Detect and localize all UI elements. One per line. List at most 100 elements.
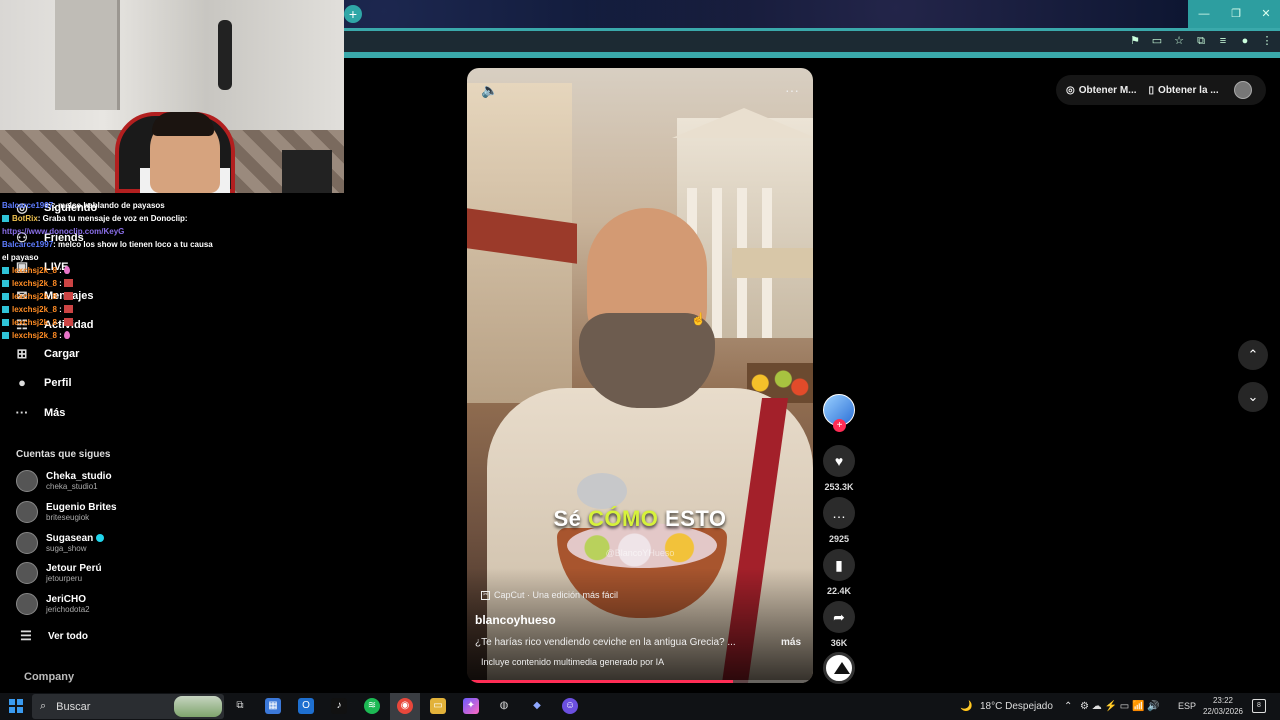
- emote-icon: [63, 331, 70, 339]
- following-account[interactable]: Sugasean suga_show: [16, 532, 105, 554]
- get-coins-button[interactable]: ◎ Obtener M...: [1066, 85, 1137, 96]
- media-icon[interactable]: ≡: [1216, 34, 1230, 48]
- task-view-icon[interactable]: ⧉: [232, 698, 248, 714]
- chat-text: :: [56, 266, 62, 275]
- company-link[interactable]: Company: [24, 671, 74, 683]
- discord-icon[interactable]: ☺: [562, 698, 578, 714]
- description-more-button[interactable]: más: [781, 637, 801, 648]
- webcam-monitor: [282, 150, 332, 193]
- copilot-icon[interactable]: ✦: [463, 698, 479, 714]
- upload-icon: ⊞: [16, 346, 28, 361]
- minimize-button[interactable]: —: [1188, 0, 1220, 28]
- video-description: ¿Te harías rico vendiendo ceviche en la …: [475, 637, 735, 648]
- outlook-icon[interactable]: O: [298, 698, 314, 714]
- extensions-icon[interactable]: ⧉: [1194, 34, 1208, 48]
- volume-icon[interactable]: 🔈: [481, 82, 498, 99]
- avatar: [16, 470, 38, 492]
- video-awning: [732, 248, 813, 278]
- chat-user: lexchsj2k_8: [12, 331, 57, 340]
- profile-icon[interactable]: ●: [1238, 34, 1252, 48]
- chat-message: lexchsj2k_8 :: [2, 303, 217, 316]
- translate-icon[interactable]: ⚑: [1128, 34, 1142, 48]
- store-icon[interactable]: ▦: [265, 698, 281, 714]
- video-progress-bar[interactable]: [467, 680, 813, 683]
- more-options-icon[interactable]: ···: [785, 82, 799, 98]
- chat-user: Balcarce1997: [2, 201, 54, 210]
- following-account[interactable]: Jetour Perú jetourperu: [16, 562, 102, 584]
- following-account[interactable]: Eugenio Brites briteseugiok: [16, 501, 117, 523]
- get-app-button[interactable]: ▯ Obtener la ...: [1149, 85, 1219, 96]
- clock[interactable]: 23:22 22/03/2026: [1196, 695, 1250, 717]
- taskbar-search[interactable]: ⌕ Buscar: [32, 694, 224, 719]
- webcam-door: [55, 0, 120, 110]
- following-account[interactable]: Cheka_studio cheka_studio1: [16, 470, 112, 492]
- language-indicator[interactable]: ESP: [1178, 693, 1196, 720]
- video-author[interactable]: blancoyhueso: [475, 613, 556, 627]
- weather-text[interactable]: 18°C Despejado: [980, 693, 1053, 720]
- comment-icon[interactable]: …: [823, 497, 855, 529]
- chat-user: lexchsj2k_8: [12, 279, 57, 288]
- previous-video-button[interactable]: ⌃: [1238, 340, 1268, 370]
- maximize-button[interactable]: ❐: [1220, 0, 1252, 28]
- chat-text: : Graba tu mensaje de voz en Donoclip:: [37, 214, 188, 223]
- follow-plus-icon[interactable]: +: [833, 419, 846, 432]
- chrome-icon[interactable]: ◉: [397, 698, 413, 714]
- clock-time: 23:22: [1212, 696, 1234, 705]
- save-action[interactable]: ▮ 22.4K: [823, 549, 855, 596]
- video-player[interactable]: 🔈 ··· Sé CÓMO ESTO @BlancoYHueso ✂ CapCu…: [467, 68, 813, 683]
- music-disc-icon[interactable]: [823, 652, 855, 684]
- user-avatar[interactable]: [1234, 81, 1252, 99]
- sub-badge-icon: [2, 280, 9, 287]
- new-tab-button[interactable]: +: [344, 5, 362, 23]
- heart-icon[interactable]: ♥: [823, 445, 855, 477]
- account-handle: briteseugiok: [46, 512, 90, 522]
- chat-link[interactable]: https://www.donoclip.com/KeyG: [2, 227, 124, 236]
- account-handle: suga_show: [46, 543, 87, 553]
- like-action[interactable]: ♥ 253.3K: [823, 445, 855, 492]
- sub-badge-icon: [2, 293, 9, 300]
- emote-icon: [63, 266, 70, 274]
- account-name: Eugenio Brites: [46, 501, 117, 513]
- app-icon[interactable]: ◆: [529, 698, 545, 714]
- star-icon[interactable]: ☆: [1172, 34, 1186, 48]
- file-explorer-icon[interactable]: ▭: [430, 698, 446, 714]
- bookmark-icon[interactable]: ▮: [823, 549, 855, 581]
- weather-icon[interactable]: 🌙: [960, 693, 972, 720]
- caption-part: Sé: [553, 506, 588, 531]
- caption-part: ESTO: [658, 506, 727, 531]
- list-icon: ☰: [20, 628, 32, 643]
- tiktok-icon[interactable]: ♪: [331, 698, 347, 714]
- share-icon[interactable]: ➦: [823, 601, 855, 633]
- account-handle: jetourperu: [46, 573, 83, 583]
- chat-message: lexchsj2k_8 :: [2, 264, 217, 277]
- clock-date: 22/03/2026: [1202, 707, 1244, 716]
- tray-icons[interactable]: ⚙ ☁ ⚡ ▭ 📶 🔊: [1080, 693, 1160, 720]
- next-video-button[interactable]: ⌄: [1238, 382, 1268, 412]
- spotify-icon[interactable]: ≋: [364, 698, 380, 714]
- sidebar-item-profile[interactable]: ● Perfil: [14, 375, 71, 391]
- share-action[interactable]: ➦ 36K: [823, 601, 855, 648]
- chat-text: :: [56, 318, 62, 327]
- chat-text: : melco hablando de payasos: [53, 201, 165, 210]
- share-count: 36K: [830, 638, 848, 648]
- chat-message: lexchsj2k_8 :: [2, 329, 217, 342]
- windows-start-icon[interactable]: [9, 699, 23, 713]
- see-all-button[interactable]: ☰ Ver todo: [18, 628, 88, 644]
- chat-user: BotRix: [12, 214, 38, 223]
- webcam-microphone: [218, 20, 232, 90]
- notifications-icon[interactable]: 8: [1252, 699, 1266, 713]
- video-column: [712, 188, 722, 338]
- video-progress-fill: [467, 680, 734, 683]
- sidebar-item-more[interactable]: ··· Más: [14, 405, 66, 421]
- close-button[interactable]: ✕: [1252, 0, 1280, 28]
- menu-icon[interactable]: ⋮: [1260, 34, 1274, 48]
- sidebar-item-upload[interactable]: ⊞ Cargar: [14, 346, 80, 362]
- save-count: 22.4K: [826, 586, 852, 596]
- following-account[interactable]: JeriCHO jerichodota2: [16, 593, 90, 615]
- show-hidden-icons[interactable]: ⌃: [1064, 693, 1072, 720]
- obs-icon[interactable]: ◍: [496, 698, 512, 714]
- cast-icon[interactable]: ▭: [1150, 34, 1164, 48]
- comment-action[interactable]: … 2925: [823, 497, 855, 544]
- capcut-link[interactable]: ✂ CapCut · Una edición más fácil: [481, 590, 618, 600]
- get-app-label: Obtener la ...: [1158, 84, 1219, 96]
